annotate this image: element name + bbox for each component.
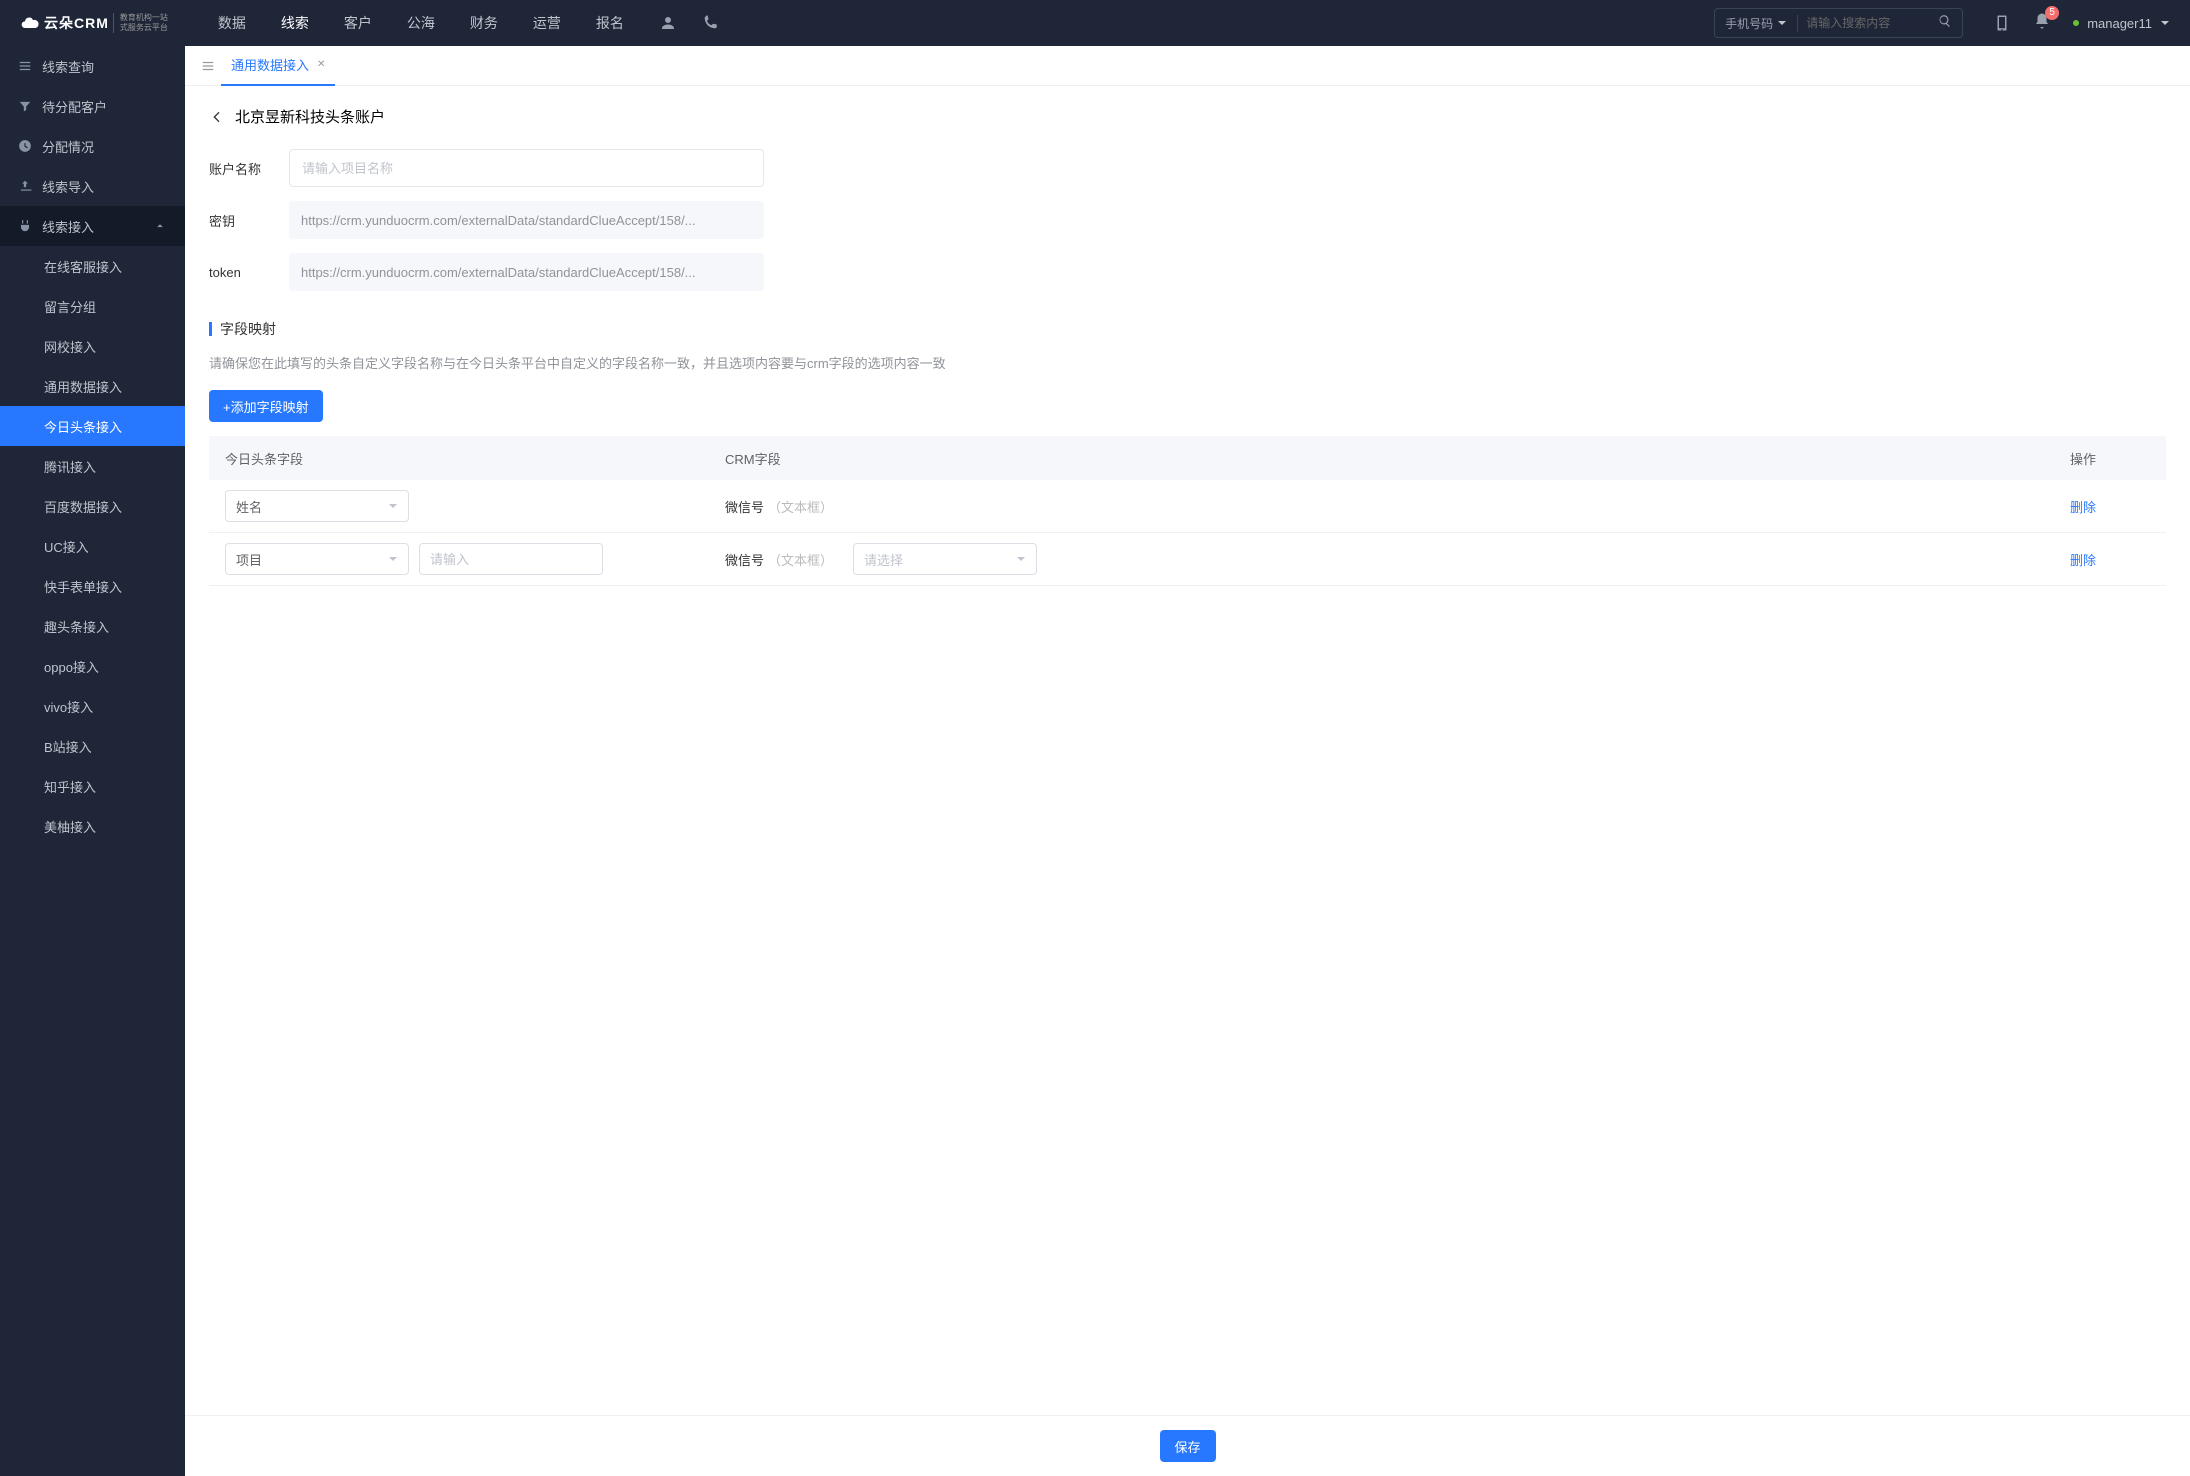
plug-icon (18, 219, 32, 233)
sidebar-subitem[interactable]: 知乎接入 (0, 766, 185, 806)
field-select[interactable]: 项目 (225, 543, 409, 575)
user-menu[interactable]: manager11 (2073, 16, 2170, 31)
chevron-down-icon (1777, 18, 1787, 28)
sidebar-subitem[interactable]: 留言分组 (0, 286, 185, 326)
crm-field-type: （文本框） (768, 550, 833, 569)
status-dot (2073, 20, 2079, 26)
mapping-table: 今日头条字段 CRM字段 操作 姓名微信号（文本框）删除项目微信号（文本框）请选… (209, 436, 2166, 586)
list-icon (18, 59, 32, 73)
nav-item[interactable]: 公海 (407, 13, 435, 33)
notification-bell[interactable]: 5 (2033, 12, 2051, 35)
search-icon (1938, 14, 1952, 28)
menu-fold-icon (201, 59, 215, 73)
account-label: 账户名称 (209, 159, 289, 178)
crm-field-label: 微信号 (725, 550, 764, 569)
chevron-down-icon (2160, 18, 2170, 28)
token-value: https://crm.yunduocrm.com/externalData/s… (289, 253, 764, 291)
table-row: 姓名 微信号（文本框） 删除 (209, 480, 2166, 533)
sidebar-subitem[interactable]: 通用数据接入 (0, 366, 185, 406)
field-select[interactable]: 姓名 (225, 490, 409, 522)
username: manager11 (2087, 16, 2152, 31)
sidebar-subitem[interactable]: B站接入 (0, 726, 185, 766)
tab-general-data[interactable]: 通用数据接入 ✕ (221, 46, 335, 86)
crm-field-label: 微信号 (725, 497, 764, 516)
sidebar-subitem[interactable]: 腾讯接入 (0, 446, 185, 486)
footer-bar: 保存 (185, 1415, 2190, 1476)
chevron-down-icon (388, 554, 398, 564)
th-toutiao-field: 今日头条字段 (225, 449, 725, 468)
nav-item[interactable]: 线索 (281, 13, 309, 33)
sidebar-subitem[interactable]: UC接入 (0, 526, 185, 566)
section-accent (209, 322, 212, 336)
phone-icon[interactable] (701, 14, 719, 32)
filter-icon (18, 99, 32, 113)
top-header: 云朵CRM 教育机构一站 式服务云平台 数据 线索 客户 公海 财务 运营 报名 手机号码 (0, 0, 2190, 46)
search-box: 手机号码 (1714, 8, 1963, 38)
close-icon[interactable]: ✕ (317, 59, 325, 70)
nav-item[interactable]: 报名 (596, 13, 624, 33)
section-title: 字段映射 (220, 319, 276, 339)
table-row: 项目 微信号（文本框） 请选择 删除 (209, 533, 2166, 586)
section-description: 请确保您在此填写的头条自定义字段名称与在今日头条平台中自定义的字段名称一致，并且… (209, 353, 2166, 372)
nav-item[interactable]: 财务 (470, 13, 498, 33)
sidebar-subitem[interactable]: 今日头条接入 (0, 406, 185, 446)
sidebar-item[interactable]: 线索查询 (0, 46, 185, 86)
save-button[interactable]: 保存 (1160, 1430, 1216, 1462)
secret-label: 密钥 (209, 211, 289, 230)
sidebar-toggle[interactable] (195, 59, 221, 73)
account-input[interactable] (289, 149, 764, 187)
crm-field-type: （文本框） (768, 497, 833, 516)
chevron-down-icon (388, 501, 398, 511)
chevron-up-icon (153, 219, 167, 233)
secret-value: https://crm.yunduocrm.com/externalData/s… (289, 201, 764, 239)
token-label: token (209, 265, 289, 280)
sidebar-subitem[interactable]: 趣头条接入 (0, 606, 185, 646)
nav-item[interactable]: 运营 (533, 13, 561, 33)
export-icon (18, 179, 32, 193)
th-crm-field: CRM字段 (725, 449, 2070, 468)
search-input[interactable] (1798, 16, 1928, 30)
extra-input[interactable] (419, 543, 603, 575)
mobile-icon[interactable] (1993, 14, 2011, 32)
sidebar-subitem[interactable]: 美柚接入 (0, 806, 185, 846)
sidebar-item[interactable]: 线索接入 (0, 206, 185, 246)
clock-icon (18, 139, 32, 153)
sidebar-subitem[interactable]: 在线客服接入 (0, 246, 185, 286)
sidebar-item[interactable]: 分配情况 (0, 126, 185, 166)
search-type-select[interactable]: 手机号码 (1715, 15, 1798, 32)
sidebar-subitem[interactable]: 百度数据接入 (0, 486, 185, 526)
logo: 云朵CRM 教育机构一站 式服务云平台 (20, 13, 168, 33)
add-mapping-button[interactable]: +添加字段映射 (209, 390, 323, 422)
delete-button[interactable]: 删除 (2070, 553, 2096, 568)
sidebar-subitem[interactable]: 网校接入 (0, 326, 185, 366)
notification-badge: 5 (2045, 6, 2059, 20)
chevron-down-icon (1016, 554, 1026, 564)
sidebar-subitem[interactable]: vivo接入 (0, 686, 185, 726)
sidebar-subitem[interactable]: 快手表单接入 (0, 566, 185, 606)
nav-item[interactable]: 客户 (344, 13, 372, 33)
main-content: 通用数据接入 ✕ 北京昱新科技头条账户 账户名称 密钥 https://crm.… (185, 46, 2190, 1476)
nav-item[interactable]: 数据 (218, 13, 246, 33)
tabs-bar: 通用数据接入 ✕ (185, 46, 2190, 86)
search-button[interactable] (1928, 14, 1962, 33)
page-title[interactable]: 北京昱新科技头条账户 (209, 106, 2166, 127)
sidebar-subitem[interactable]: oppo接入 (0, 646, 185, 686)
sidebar: 线索查询待分配客户分配情况线索导入线索接入在线客服接入留言分组网校接入通用数据接… (0, 46, 185, 1476)
back-icon (209, 109, 225, 125)
user-icon[interactable] (659, 14, 677, 32)
delete-button[interactable]: 删除 (2070, 500, 2096, 515)
crm-select[interactable]: 请选择 (853, 543, 1037, 575)
sidebar-item[interactable]: 线索导入 (0, 166, 185, 206)
logo-text: 云朵CRM (44, 13, 109, 33)
cloud-icon (20, 13, 40, 33)
logo-subtitle: 教育机构一站 式服务云平台 (113, 13, 168, 32)
th-action: 操作 (2070, 449, 2150, 468)
sidebar-item[interactable]: 待分配客户 (0, 86, 185, 126)
main-nav: 数据 线索 客户 公海 财务 运营 报名 (218, 13, 624, 33)
